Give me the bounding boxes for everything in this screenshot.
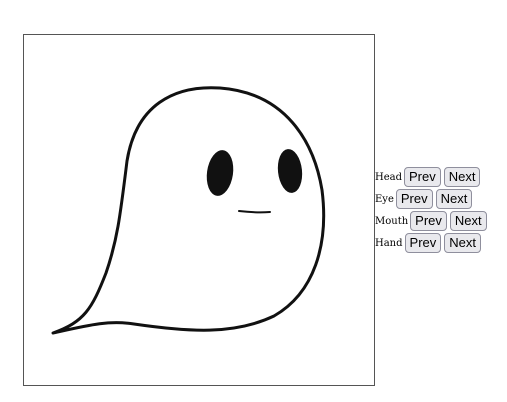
mouth-prev-button[interactable]: Prev <box>410 211 447 231</box>
eye-label: Eye <box>375 193 394 205</box>
eye-control-row: Eye Prev Next <box>375 188 490 210</box>
ghost-builder-page: Head Prev Next Eye Prev Next Mouth Prev … <box>0 0 507 402</box>
hand-prev-button[interactable]: Prev <box>404 233 442 253</box>
head-next-button[interactable]: Next <box>443 167 481 187</box>
hand-label: Hand <box>375 237 403 249</box>
eye-prev-button[interactable]: Prev <box>395 189 433 209</box>
ghost-drawing <box>51 86 326 335</box>
mouth-control-row: Mouth Prev Next <box>375 210 490 232</box>
mouth <box>238 210 271 214</box>
head-label: Head <box>375 171 403 183</box>
ghost-canvas <box>23 34 375 386</box>
hand-control-row: Hand Prev Next <box>375 232 490 254</box>
right-eye <box>277 149 303 193</box>
left-eye <box>206 150 234 196</box>
part-controls: Head Prev Next Eye Prev Next Mouth Prev … <box>375 166 490 254</box>
head-control-row: Head Prev Next <box>375 166 490 188</box>
mouth-next-button[interactable]: Next <box>449 211 487 231</box>
hand-next-button[interactable]: Next <box>444 233 481 253</box>
mouth-label: Mouth <box>375 215 409 227</box>
ghost-head-outline <box>51 86 326 335</box>
eye-next-button[interactable]: Next <box>435 189 473 209</box>
head-prev-button[interactable]: Prev <box>404 167 441 187</box>
